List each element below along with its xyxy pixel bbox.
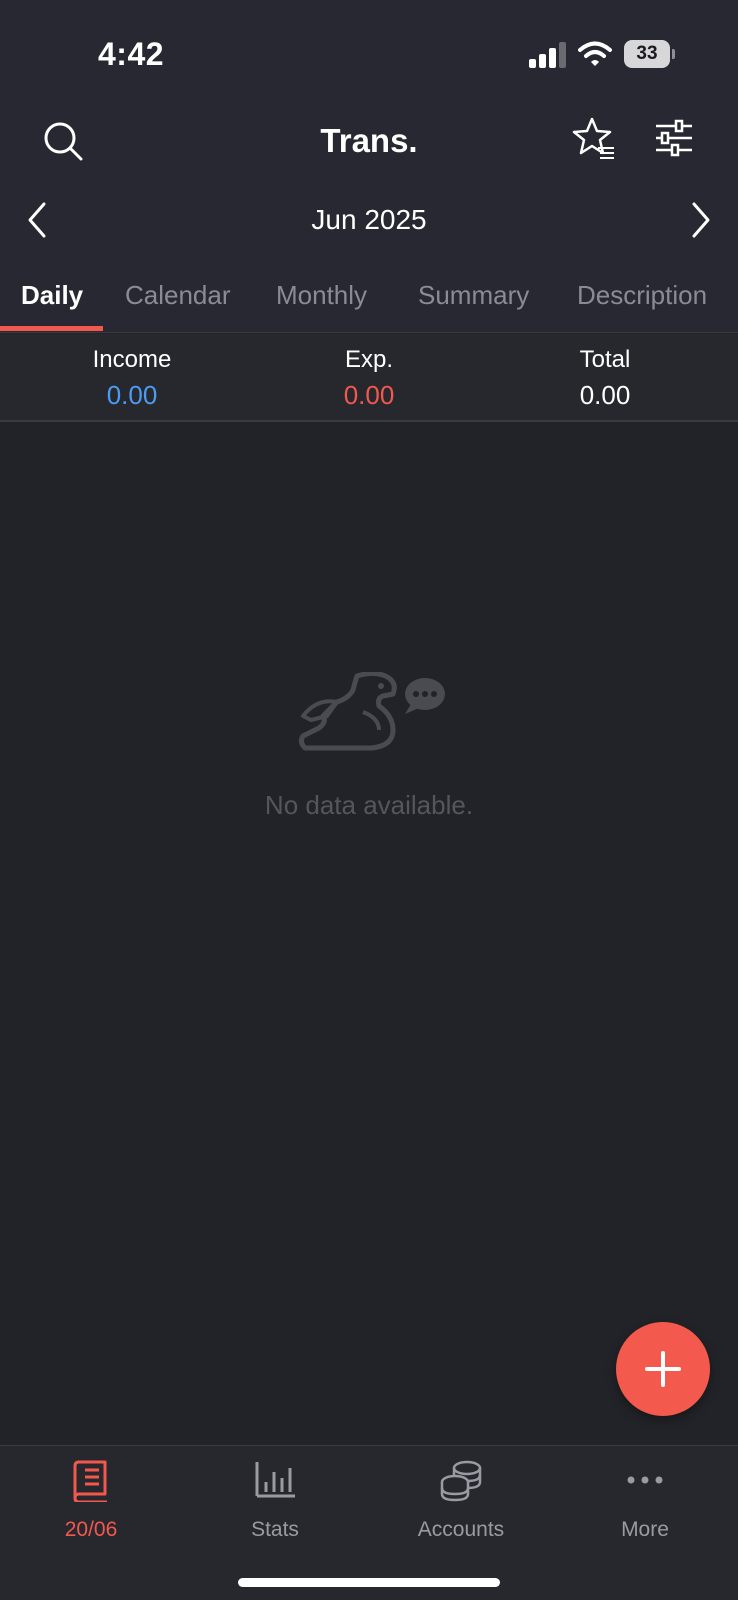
home-indicator[interactable] <box>238 1578 500 1587</box>
nav-transactions[interactable]: 20/06 <box>16 1458 166 1548</box>
cellular-signal-icon <box>529 42 566 68</box>
nav-accounts-label: Accounts <box>417 1518 505 1541</box>
page-title: Trans. <box>320 122 418 159</box>
nav-more[interactable]: More <box>570 1458 720 1548</box>
nav-accounts[interactable]: Accounts <box>386 1458 536 1548</box>
income-label: Income <box>92 346 172 373</box>
bottom-navigation: 20/06 Stats Accounts More <box>0 1445 738 1600</box>
total-label: Total <box>579 346 631 373</box>
wifi-icon <box>578 41 612 66</box>
battery-level: 33 <box>624 40 670 68</box>
dragon-mascot-icon <box>298 672 445 751</box>
book-icon <box>73 1460 107 1502</box>
nav-transactions-label: 20/06 <box>64 1518 118 1541</box>
total-value: 0.00 <box>579 380 631 410</box>
current-month-label[interactable]: Jun 2025 <box>0 204 738 236</box>
top-header: 4:42 33 Trans. Jun 2025 Daily Calendar M… <box>0 0 738 333</box>
active-tab-indicator <box>0 326 103 331</box>
add-transaction-button[interactable] <box>616 1322 710 1416</box>
nav-stats[interactable]: Stats <box>200 1458 350 1548</box>
chevron-right-icon <box>692 202 710 238</box>
more-dots-icon <box>627 1476 663 1484</box>
nav-bar: Trans. <box>0 104 738 180</box>
tab-daily[interactable]: Daily <box>21 280 83 311</box>
month-selector: Jun 2025 <box>0 196 738 246</box>
favorites-button[interactable] <box>572 116 618 162</box>
view-tabs: Daily Calendar Monthly Summary Descripti… <box>0 272 738 333</box>
screen: 4:42 33 Trans. Jun 2025 Daily Calendar M… <box>0 0 738 1600</box>
income-summary: Income 0.00 <box>32 346 232 411</box>
battery-tip <box>672 49 675 59</box>
coins-icon <box>440 1460 482 1502</box>
status-bar: 4:42 33 <box>0 0 738 100</box>
star-list-icon <box>572 117 614 159</box>
expense-value: 0.00 <box>343 380 395 410</box>
filter-button[interactable] <box>654 118 694 158</box>
bar-chart-icon <box>255 1462 295 1498</box>
tab-description[interactable]: Description <box>577 280 707 311</box>
total-summary: Total 0.00 <box>505 346 705 411</box>
tab-summary[interactable]: Summary <box>418 280 529 311</box>
tab-monthly[interactable]: Monthly <box>276 280 367 311</box>
sliders-icon <box>656 119 692 157</box>
status-time: 4:42 <box>98 36 165 72</box>
expense-summary: Exp. 0.00 <box>269 346 469 411</box>
plus-icon <box>645 1351 681 1387</box>
tab-calendar[interactable]: Calendar <box>125 280 231 311</box>
battery-icon: 33 <box>624 40 675 68</box>
expense-label: Exp. <box>344 346 394 373</box>
nav-stats-label: Stats <box>251 1518 299 1541</box>
nav-more-label: More <box>621 1518 669 1541</box>
income-value: 0.00 <box>106 380 158 410</box>
period-summary: Income 0.00 Exp. 0.00 Total 0.00 <box>0 334 738 422</box>
next-month-button[interactable] <box>686 200 716 240</box>
empty-state-message: No data available. <box>264 790 474 820</box>
